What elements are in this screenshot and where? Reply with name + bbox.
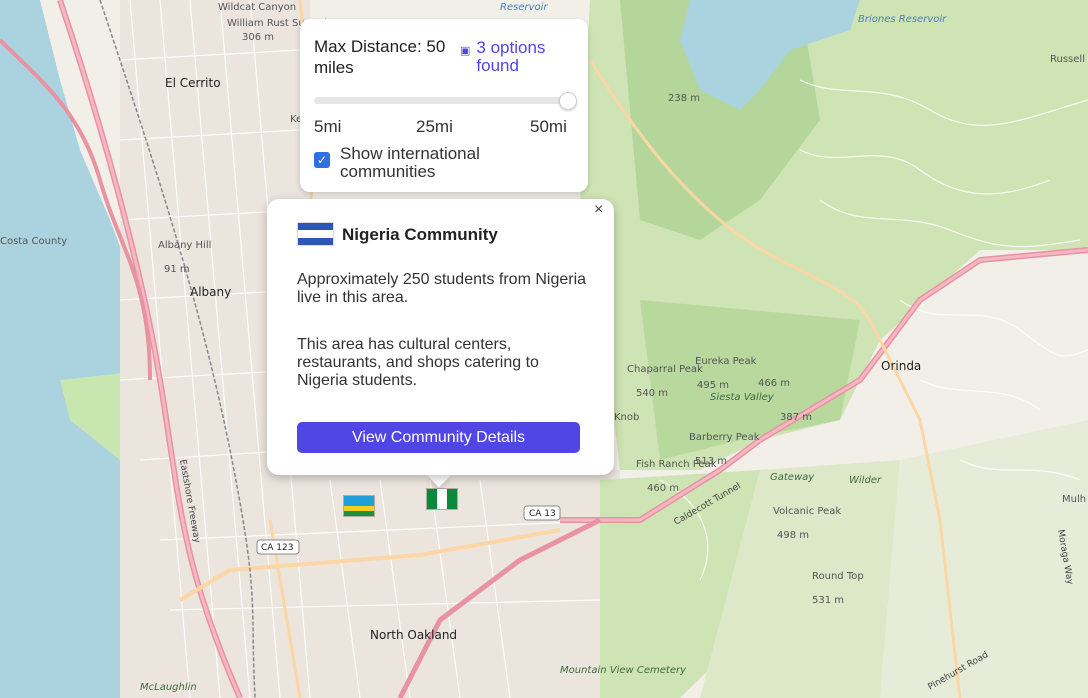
international-toggle-row[interactable]: ✓ Show international communities <box>314 145 540 181</box>
slider-tick-min: 5mi <box>314 117 342 136</box>
map-label-briones: Briones Reservoir <box>858 14 947 25</box>
slider-tick-mid: 25mi <box>416 117 453 136</box>
distance-filter-panel: Max Distance: 50 miles ▣ 3 options found… <box>300 19 588 192</box>
nigeria-flag-stripe-3 <box>447 489 457 509</box>
map-label-north-oakland: North Oakland <box>370 628 457 642</box>
view-community-details-button[interactable]: View Community Details <box>297 422 580 453</box>
map-label-elev-466: 466 m <box>758 378 790 389</box>
map-label-volcanic-elev: 498 m <box>777 530 809 541</box>
map-label-albany: Albany <box>190 285 231 299</box>
map-label-chaparral-elev: 540 m <box>636 388 668 399</box>
map-label-siesta: Siesta Valley <box>710 392 775 403</box>
international-checkbox[interactable]: ✓ <box>314 152 330 168</box>
community-popup: × Nigeria Community Approximately 250 st… <box>267 199 614 475</box>
map-label-round-top-elev: 531 m <box>812 595 844 606</box>
map-shield-ca13: CA 13 <box>529 509 556 519</box>
map-label-barberry: Barberry Peak <box>689 432 760 443</box>
map-shield-ca123: CA 123 <box>261 543 293 553</box>
map-label-eureka-elev: 495 m <box>697 380 729 391</box>
map-label-mclaughlin: McLaughlin <box>140 682 197 693</box>
map-icon: ▣ <box>460 45 471 57</box>
nigeria-flag-marker[interactable] <box>426 488 458 510</box>
map-label-orinda: Orinda <box>881 359 921 373</box>
close-icon[interactable]: × <box>594 201 603 219</box>
map-label-wilder: Wilder <box>849 475 882 486</box>
map-label-mountain-cemetery: Mountain View Cemetery <box>560 665 687 676</box>
popup-flag-stripe-1 <box>298 223 333 231</box>
map-label-gateway: Gateway <box>770 472 815 483</box>
popup-amenities: This area has cultural centers, restaura… <box>297 336 539 389</box>
map-label-knob: Knob <box>614 412 639 423</box>
popup-flag-stripe-2 <box>298 230 333 238</box>
map-label-costa: Costa County <box>0 236 67 247</box>
map-label-albany-hill-elev: 91 m <box>164 264 190 275</box>
options-found-link[interactable]: ▣ 3 options found <box>460 39 580 75</box>
map-label-rust-elev: 306 m <box>242 32 274 43</box>
popup-description: Approximately 250 students from Nigeria … <box>297 271 587 306</box>
international-checkbox-label: Show international communities <box>340 144 480 181</box>
map-label-fishranch-elev: 460 m <box>647 483 679 494</box>
max-distance-label: Max Distance: 50 miles <box>314 37 446 77</box>
map-label-volcanic: Volcanic Peak <box>773 506 841 517</box>
popup-title: Nigeria Community <box>342 225 498 244</box>
rwanda-flag-stripe-1 <box>344 496 374 506</box>
map-label-reservoir: Reservoir <box>500 2 548 13</box>
map-label-el-cerrito: El Cerrito <box>165 76 221 90</box>
nigeria-flag-stripe-2 <box>437 489 447 509</box>
distance-slider-track[interactable] <box>314 97 574 104</box>
map-label-eureka: Eureka Peak <box>695 356 757 367</box>
map-label-albany-hill: Albany Hill <box>158 240 211 251</box>
popup-flag-stripe-3 <box>298 237 333 245</box>
map-label-chaparral: Chaparral Peak <box>627 364 703 375</box>
rwanda-flag-marker[interactable] <box>343 495 375 517</box>
rwanda-flag-stripe-3 <box>344 511 374 516</box>
distance-slider-thumb[interactable] <box>559 92 577 110</box>
slider-tick-max: 50mi <box>530 117 567 136</box>
map-label-wildcat: Wildcat Canyon <box>218 2 296 13</box>
map-label-elev-238: 238 m <box>668 93 700 104</box>
map-label-round-top: Round Top <box>812 571 864 582</box>
options-found-text: 3 options found <box>476 38 546 75</box>
nigeria-flag-icon <box>297 222 334 246</box>
nigeria-flag-stripe-1 <box>427 489 437 509</box>
map-label-elev-387: 387 m <box>780 412 812 423</box>
map-label-fishranch: Fish Ranch Peak <box>636 459 717 470</box>
map-label-mulh: Mulh <box>1062 494 1086 505</box>
map-label-russell: Russell Research Station <box>1050 54 1088 65</box>
